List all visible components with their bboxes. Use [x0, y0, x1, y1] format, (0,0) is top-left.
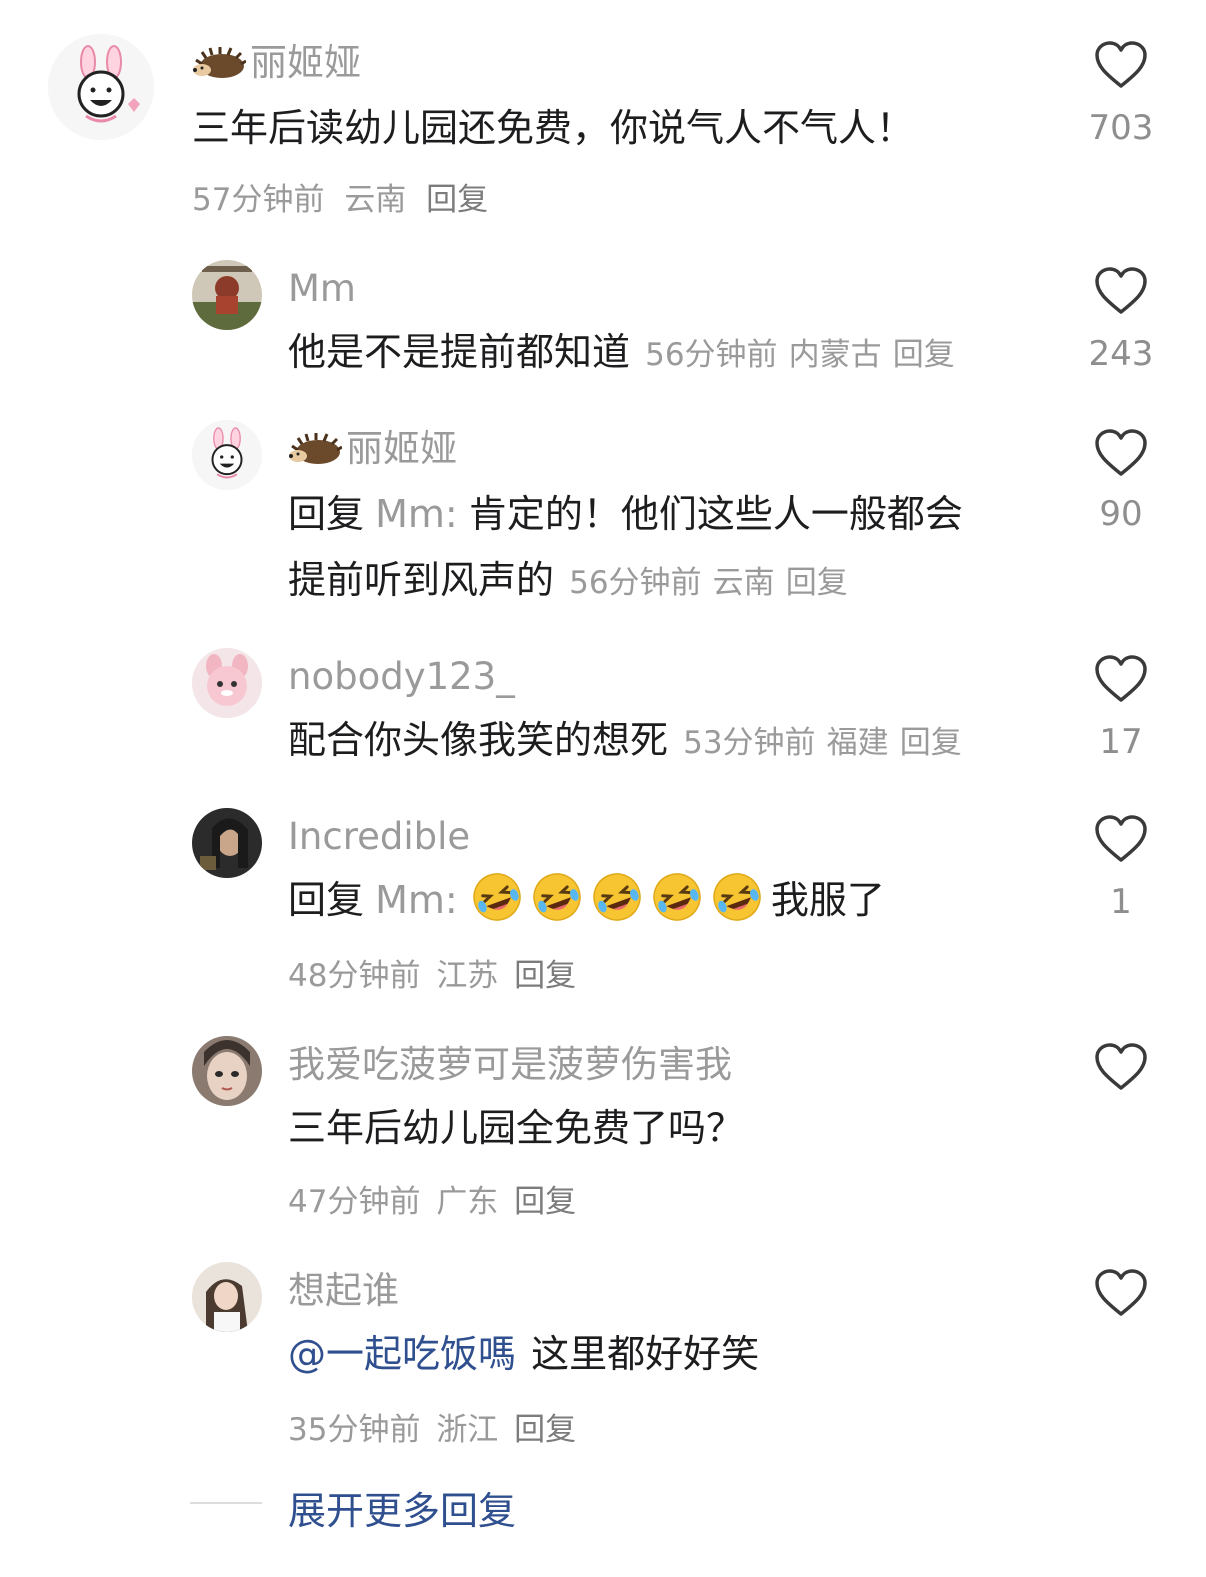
comment-time: 56分钟前 [569, 565, 702, 601]
like-button[interactable] [1094, 1042, 1148, 1096]
emoji-row [471, 873, 771, 921]
avatar[interactable] [192, 808, 262, 878]
heart-outline-icon [1095, 815, 1147, 862]
like-count: 90 [1099, 494, 1143, 534]
comment-username[interactable]: Mm [288, 270, 356, 307]
comment-body-line-1: 回复 Mm: 肯定的！他们这些人一般都会 [288, 484, 963, 545]
comment-meta: 57分钟前 云南 回复 [192, 174, 488, 219]
comment-text: 肯定的！他们这些人一般都会 [468, 492, 963, 536]
comment-time: 47分钟前 [288, 1184, 421, 1220]
photo-avatar-image [192, 1036, 262, 1106]
pink-plush-avatar-image [192, 648, 262, 718]
avatar[interactable] [48, 34, 154, 140]
like-button[interactable] [1094, 266, 1148, 320]
reply-button[interactable]: 回复 [893, 337, 955, 373]
comment-text: 三年后幼儿园全免费了吗？ [288, 1106, 745, 1150]
comment-text-continued: 提前听到风声的 [288, 558, 555, 602]
comment-username[interactable]: 丽姬娅 [250, 44, 361, 81]
avatar[interactable] [192, 420, 262, 490]
comment-meta: 35分钟前 浙江 回复 [288, 1404, 576, 1449]
comment-username[interactable]: 我爱吃菠萝可是菠萝伤害我 [288, 1046, 732, 1083]
rabbit-doodle-avatar-image [48, 34, 154, 140]
reply-button[interactable]: 回复 [514, 958, 576, 994]
photo-avatar-image [192, 808, 262, 878]
rolling-on-floor-laughing-emoji [653, 873, 701, 921]
comment-text: 他是不是提前都知道 [288, 330, 631, 374]
like-button[interactable] [1094, 428, 1148, 482]
comment-body: 配合你头像我笑的想死 53分钟前 福建 回复 [288, 710, 962, 771]
reply-button[interactable]: 回复 [426, 182, 488, 218]
comment-username[interactable]: 丽姬娅 [346, 430, 457, 467]
expand-more-replies-button[interactable]: 展开更多回复 [288, 1480, 516, 1535]
heart-outline-icon [1095, 655, 1147, 702]
reply-button[interactable]: 回复 [900, 725, 962, 761]
reply-prefix: 回复 [288, 492, 365, 536]
comment-location: 广东 [436, 1184, 499, 1220]
comment-body: 回复 Mm: 我服了 [288, 870, 885, 931]
rolling-on-floor-laughing-emoji [533, 873, 581, 921]
mention-link[interactable]: @一起吃饭嗎 [288, 1332, 516, 1376]
comment-text: 配合你头像我笑的想死 [288, 718, 669, 762]
avatar[interactable] [192, 260, 262, 330]
comment-location: 浙江 [436, 1412, 499, 1448]
like-count: 703 [1088, 108, 1154, 148]
hedgehog-icon [193, 46, 246, 78]
comment-location: 江苏 [436, 958, 499, 994]
like-button[interactable] [1094, 40, 1148, 94]
photo-avatar-image [192, 1262, 262, 1332]
like-count: 17 [1099, 722, 1143, 762]
like-count: 243 [1088, 334, 1154, 374]
avatar[interactable] [192, 648, 262, 718]
comment-text: 这里都好好笑 [531, 1332, 760, 1376]
comment-location: 福建 [826, 725, 889, 761]
comment-text: 三年后读幼儿园还免费，你说气人不气人！ [192, 106, 915, 150]
divider-line [190, 1502, 262, 1504]
comment-meta: 47分钟前 广东 回复 [288, 1176, 576, 1221]
reply-prefix: 回复 [288, 878, 365, 922]
comment-body: @一起吃饭嗎 这里都好好笑 [288, 1324, 759, 1385]
photo-avatar-image [192, 260, 262, 330]
reply-button[interactable]: 回复 [786, 565, 848, 601]
reply-button[interactable]: 回复 [514, 1412, 576, 1448]
rolling-on-floor-laughing-emoji [593, 873, 641, 921]
comment-time: 48分钟前 [288, 958, 421, 994]
comment-location: 云南 [712, 565, 775, 601]
reply-mention[interactable]: Mm: [375, 492, 458, 536]
like-count: 1 [1110, 882, 1132, 922]
comment-username[interactable]: Incredible [288, 818, 470, 855]
rolling-on-floor-laughing-emoji [473, 873, 521, 921]
comment-time: 57分钟前 [192, 182, 325, 218]
avatar[interactable] [192, 1262, 262, 1332]
like-button[interactable] [1094, 814, 1148, 868]
comment-meta: 48分钟前 江苏 回复 [288, 950, 576, 995]
comment-body: 他是不是提前都知道 56分钟前 内蒙古 回复 [288, 322, 955, 383]
comment-body-line-2: 提前听到风声的 56分钟前 云南 回复 [288, 550, 848, 611]
comment-location: 云南 [344, 182, 407, 218]
comment-location: 内蒙古 [788, 337, 882, 373]
comment-username[interactable]: nobody123_ [288, 658, 515, 695]
rolling-on-floor-laughing-emoji [713, 873, 761, 921]
heart-outline-icon [1095, 41, 1147, 88]
reply-mention[interactable]: Mm: [375, 878, 458, 922]
rabbit-doodle-avatar-image [192, 420, 262, 490]
heart-outline-icon [1095, 429, 1147, 476]
comment-text: 我服了 [770, 878, 885, 922]
hedgehog-icon [289, 432, 342, 464]
comment-username[interactable]: 想起谁 [288, 1272, 399, 1309]
comment-time: 56分钟前 [645, 337, 778, 373]
avatar[interactable] [192, 1036, 262, 1106]
comment-time: 35分钟前 [288, 1412, 421, 1448]
heart-outline-icon [1095, 1043, 1147, 1090]
heart-outline-icon [1095, 1269, 1147, 1316]
reply-button[interactable]: 回复 [514, 1184, 576, 1220]
heart-outline-icon [1095, 267, 1147, 314]
comment-time: 53分钟前 [683, 725, 816, 761]
like-button[interactable] [1094, 654, 1148, 708]
like-button[interactable] [1094, 1268, 1148, 1322]
